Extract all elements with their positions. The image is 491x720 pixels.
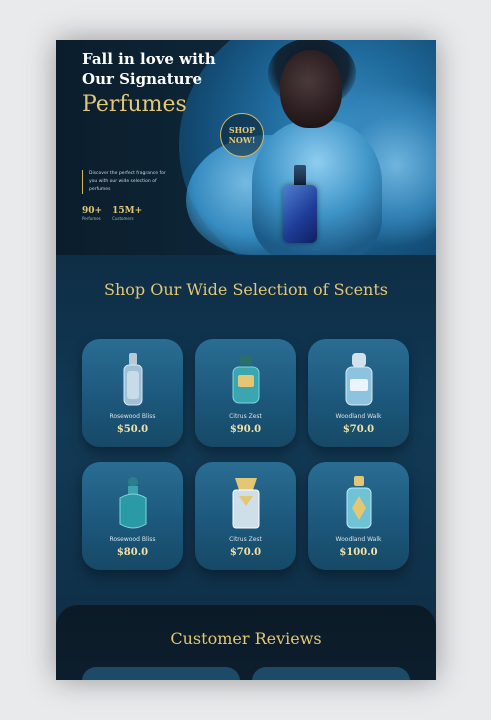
hero-section: Fall in love with Our Signature Perfumes… <box>56 40 436 255</box>
stat-value: 90+ <box>82 206 103 216</box>
product-name: Woodland Walk <box>335 413 382 420</box>
product-name: Woodland Walk <box>335 536 382 543</box>
product-card[interactable]: Rosewood Bliss $80.0 <box>82 462 183 570</box>
perfume-bottle-icon <box>232 478 259 529</box>
perfume-bottle-icon <box>345 353 372 406</box>
landing-page: Fall in love with Our Signature Perfumes… <box>56 40 436 680</box>
hero-stats: 90+ Perfumes 15M+ Customers <box>82 206 142 221</box>
reviews-title: Customer Reviews <box>170 629 322 648</box>
hero-description: Discover the perfect fragrance for you w… <box>82 170 169 194</box>
product-price: $80.0 <box>116 547 149 558</box>
perfume-bottle-icon <box>346 476 371 529</box>
review-card <box>252 667 410 680</box>
review-card <box>82 667 240 680</box>
product-price: $70.0 <box>229 547 262 558</box>
product-price: $70.0 <box>342 424 375 435</box>
product-name: Rosewood Bliss <box>109 536 156 543</box>
product-card[interactable]: Woodland Walk $70.0 <box>308 339 409 447</box>
product-card[interactable]: Rosewood Bliss $50.0 <box>82 339 183 447</box>
perfume-bottle-icon <box>232 355 259 404</box>
product-card[interactable]: Citrus Zest $70.0 <box>195 462 296 570</box>
product-name: Rosewood Bliss <box>109 413 156 420</box>
product-card[interactable]: Woodland Walk $100.0 <box>308 462 409 570</box>
product-price: $90.0 <box>229 424 262 435</box>
perfume-bottle-icon <box>119 477 146 529</box>
product-price: $100.0 <box>339 547 378 558</box>
model-portrait <box>280 50 342 128</box>
product-price: $50.0 <box>116 424 149 435</box>
stat-value: 15M+ <box>112 206 143 216</box>
product-name: Citrus Zest <box>229 536 262 543</box>
hero-perfume-bottle <box>283 165 317 245</box>
stat-label: Customers <box>112 216 134 221</box>
stat-perfumes: 90+ Perfumes <box>82 206 102 221</box>
shop-now-button[interactable]: SHOP NOW! <box>220 113 264 157</box>
hero-title-line1: Fall in love with <box>82 50 216 68</box>
hero-title-highlight: Perfumes <box>82 92 187 117</box>
hero-title-line2: Our Signature <box>82 70 203 88</box>
reviews-section: Customer Reviews <box>56 605 436 680</box>
product-card[interactable]: Citrus Zest $90.0 <box>195 339 296 447</box>
perfume-bottle-icon <box>123 353 142 406</box>
selection-title: Shop Our Wide Selection of Scents <box>104 280 388 299</box>
hero-title: Fall in love with Our Signature Perfumes <box>82 49 216 121</box>
product-name: Citrus Zest <box>229 413 262 420</box>
stat-customers: 15M+ Customers <box>112 206 142 221</box>
model-dress <box>252 120 382 255</box>
stat-label: Perfumes <box>82 216 101 221</box>
